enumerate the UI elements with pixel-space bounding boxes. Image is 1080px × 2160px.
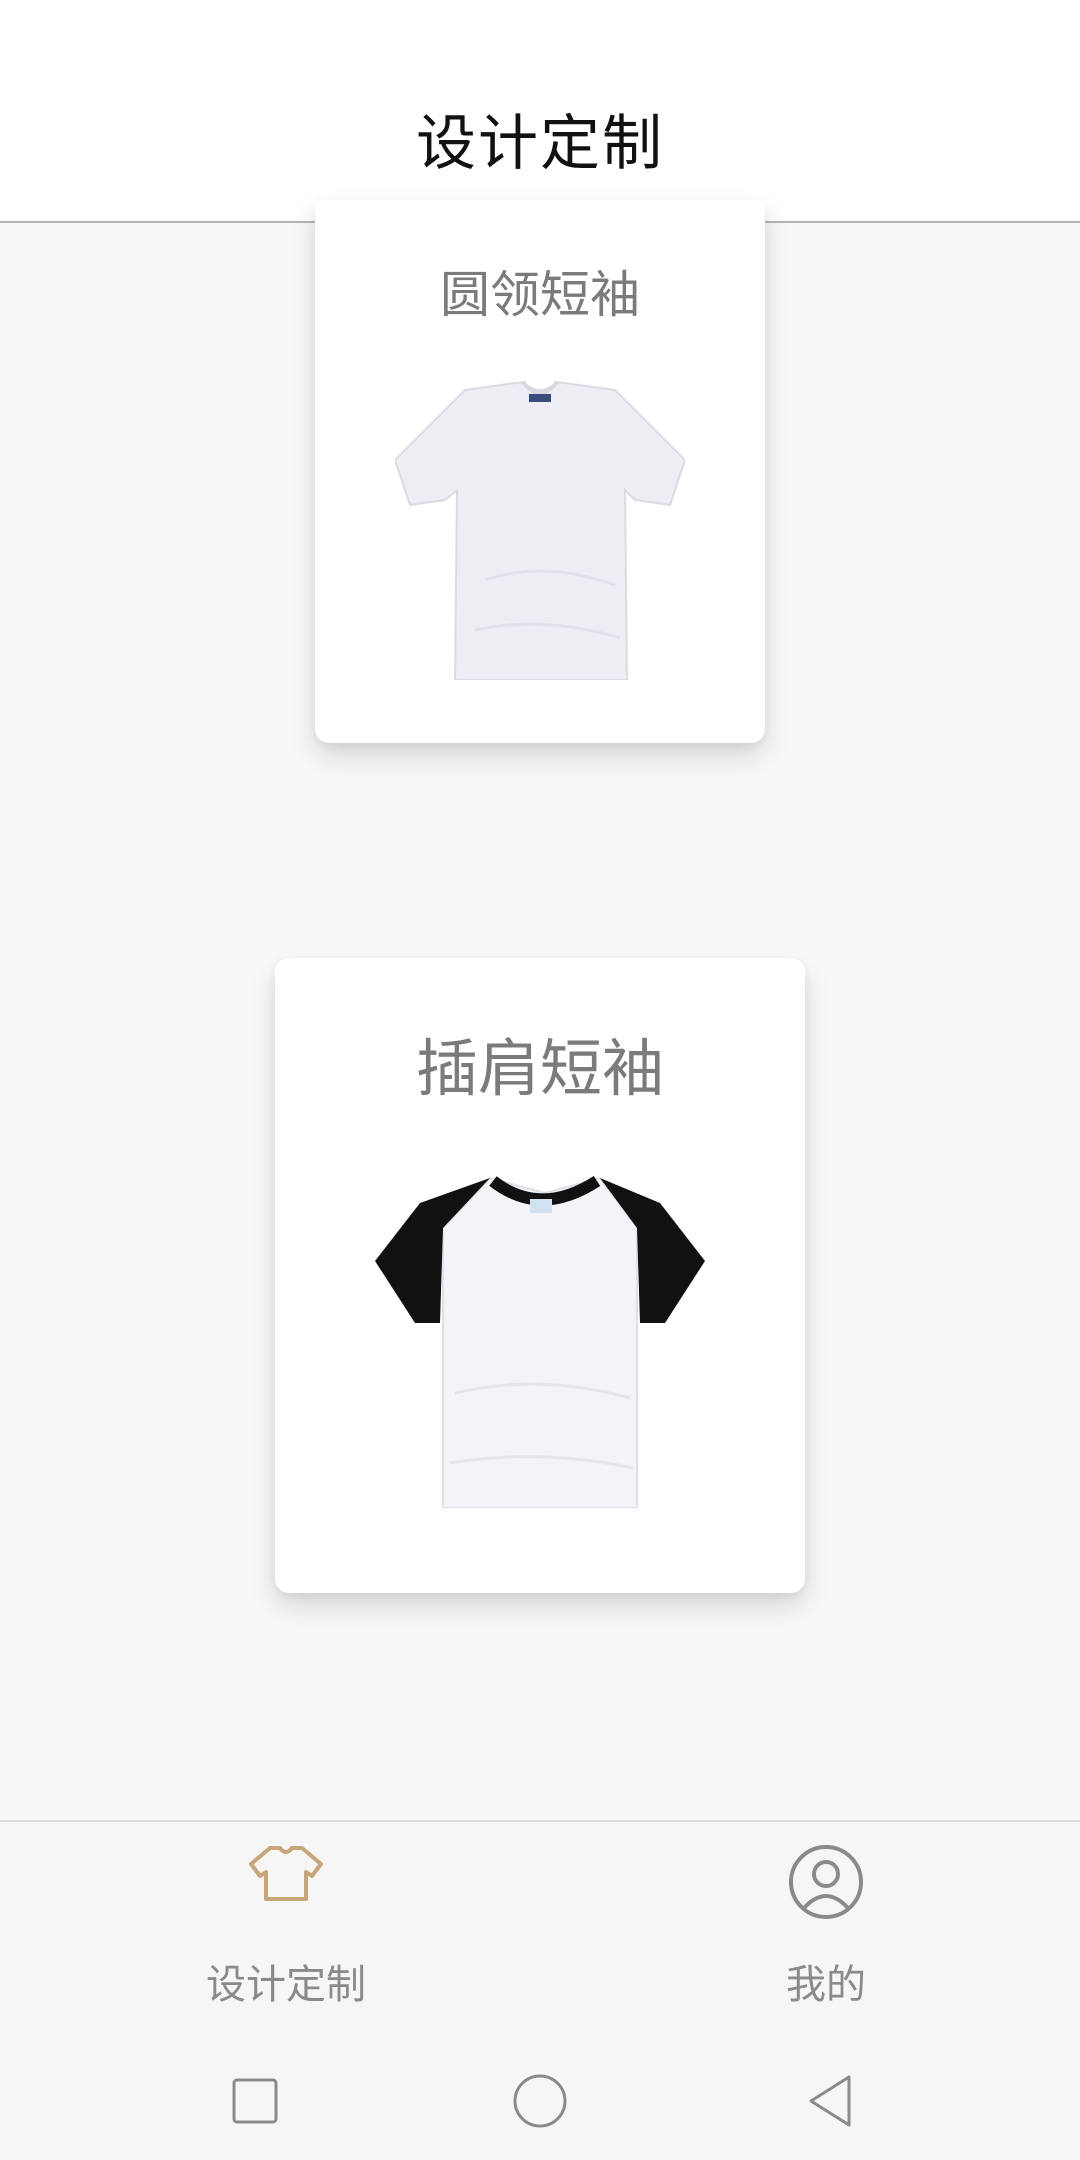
product-card-raglan[interactable]: 插肩短袖 <box>275 958 805 1593</box>
page-title: 设计定制 <box>416 108 664 179</box>
tab-label: 设计定制 <box>206 1962 366 2008</box>
tab-label: 我的 <box>786 1962 866 2008</box>
product-title: 圆领短袖 <box>440 266 640 324</box>
home-button[interactable] <box>495 2056 585 2146</box>
crew-neck-tshirt-image <box>395 380 685 680</box>
square-recents-icon <box>232 2078 278 2124</box>
product-title: 插肩短袖 <box>415 1032 664 1105</box>
tab-mine[interactable]: 我的 <box>676 1822 976 2022</box>
raglan-tshirt-image <box>375 1175 705 1508</box>
status-bar <box>0 0 1080 55</box>
back-button[interactable] <box>785 2056 875 2146</box>
circle-home-icon <box>513 2074 567 2128</box>
user-circle-icon <box>789 1845 863 1919</box>
product-card-crew-neck[interactable]: 圆领短袖 <box>315 200 765 743</box>
system-navigation-bar <box>0 2040 1080 2160</box>
recents-button[interactable] <box>210 2056 300 2146</box>
tab-design-custom[interactable]: 设计定制 <box>136 1822 436 2022</box>
triangle-back-icon <box>809 2075 851 2127</box>
tshirt-icon <box>249 1846 323 1901</box>
bottom-tab-bar: 设计定制 我的 <box>0 1820 1080 2042</box>
app-header: 设计定制 <box>0 55 1080 223</box>
